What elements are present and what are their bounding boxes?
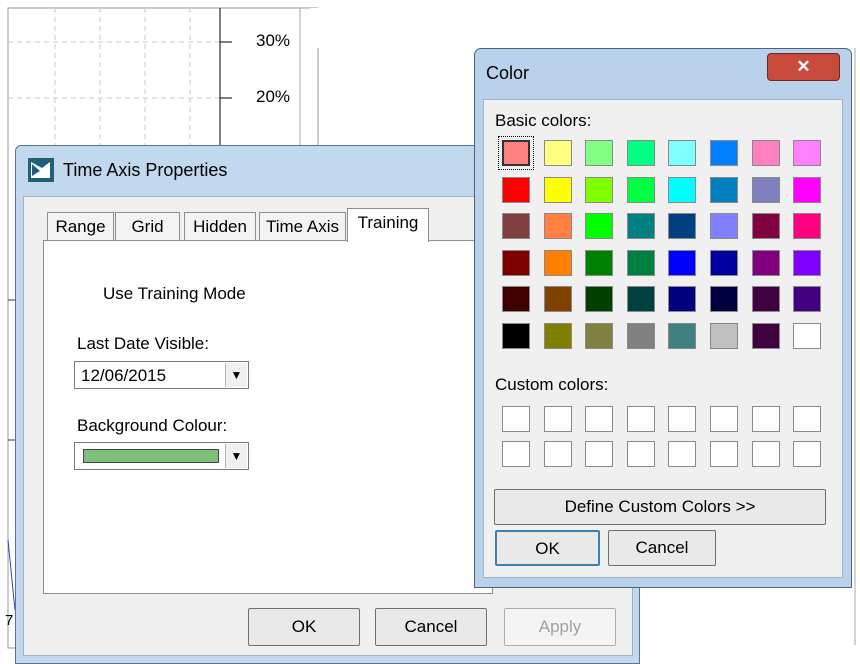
y-tick-20: 20% bbox=[256, 87, 291, 106]
basic-color-swatch[interactable] bbox=[793, 249, 822, 276]
background-colour-swatch bbox=[83, 449, 219, 463]
custom-color-swatch[interactable] bbox=[668, 406, 697, 432]
last-date-value: 12/06/2015 bbox=[81, 366, 167, 385]
basic-color-swatch[interactable] bbox=[751, 213, 780, 239]
tab-grid[interactable]: Grid bbox=[115, 212, 180, 240]
custom-color-swatch[interactable] bbox=[502, 406, 530, 432]
basic-color-swatch[interactable] bbox=[626, 176, 655, 203]
apply-button[interactable]: Apply bbox=[504, 608, 616, 646]
basic-color-swatch[interactable] bbox=[502, 249, 530, 276]
app-icon bbox=[28, 158, 54, 182]
basic-color-swatch[interactable] bbox=[585, 322, 614, 349]
close-icon[interactable]: ✕ bbox=[767, 53, 840, 81]
chevron-down-icon[interactable]: ▼ bbox=[225, 363, 247, 387]
partial-left-label: 7 bbox=[5, 612, 14, 629]
ok-button[interactable]: OK bbox=[248, 608, 360, 646]
tab-range[interactable]: Range bbox=[47, 212, 114, 240]
basic-color-swatch[interactable] bbox=[710, 176, 738, 203]
basic-color-swatch[interactable] bbox=[543, 322, 572, 349]
color-dialog-title: Color bbox=[486, 63, 530, 83]
chevron-down-icon[interactable]: ▼ bbox=[225, 444, 247, 468]
basic-colors-label: Basic colors: bbox=[495, 111, 592, 130]
basic-color-swatch[interactable] bbox=[710, 286, 738, 312]
basic-color-swatch[interactable] bbox=[751, 322, 780, 349]
custom-color-swatch[interactable] bbox=[543, 406, 572, 432]
basic-color-swatch[interactable] bbox=[751, 140, 780, 166]
tab-hidden[interactable]: Hidden bbox=[184, 212, 256, 240]
basic-color-swatch[interactable] bbox=[626, 213, 655, 239]
basic-color-swatch[interactable] bbox=[668, 176, 697, 203]
basic-color-swatch[interactable] bbox=[626, 249, 655, 276]
basic-color-swatch[interactable] bbox=[502, 176, 530, 203]
basic-color-swatch[interactable] bbox=[502, 213, 530, 239]
basic-color-swatch[interactable] bbox=[710, 249, 738, 276]
custom-color-swatch[interactable] bbox=[751, 441, 780, 467]
custom-color-swatch[interactable] bbox=[585, 406, 614, 432]
time-axis-title: Time Axis Properties bbox=[63, 160, 228, 180]
basic-color-swatch[interactable] bbox=[585, 213, 614, 239]
basic-color-swatch[interactable] bbox=[793, 140, 822, 166]
basic-color-swatch[interactable] bbox=[710, 140, 738, 166]
basic-color-swatch[interactable] bbox=[668, 249, 697, 276]
last-date-combo[interactable]: 12/06/2015 ▼ bbox=[74, 361, 249, 389]
cancel-button[interactable]: Cancel bbox=[375, 608, 487, 646]
basic-color-swatch[interactable] bbox=[585, 286, 614, 312]
basic-color-swatch[interactable] bbox=[793, 213, 822, 239]
basic-color-swatch[interactable] bbox=[793, 176, 822, 203]
custom-color-swatch[interactable] bbox=[751, 406, 780, 432]
basic-color-swatch[interactable] bbox=[543, 286, 572, 312]
basic-color-swatch[interactable] bbox=[502, 322, 530, 349]
color-cancel-button[interactable]: Cancel bbox=[608, 530, 716, 566]
basic-color-swatch[interactable] bbox=[626, 322, 655, 349]
basic-color-swatch[interactable] bbox=[585, 140, 614, 166]
basic-color-swatch[interactable] bbox=[668, 322, 697, 349]
use-training-mode-label[interactable]: Use Training Mode bbox=[103, 284, 246, 304]
y-tick-30: 30% bbox=[256, 31, 291, 50]
custom-color-swatch[interactable] bbox=[668, 441, 697, 467]
basic-color-swatch[interactable] bbox=[751, 176, 780, 203]
basic-color-swatch[interactable] bbox=[751, 286, 780, 312]
basic-color-swatch[interactable] bbox=[710, 213, 738, 239]
basic-color-swatch[interactable] bbox=[668, 286, 697, 312]
last-date-label: Last Date Visible: bbox=[77, 334, 209, 353]
tab-time-axis[interactable]: Time Axis bbox=[259, 212, 346, 240]
basic-color-swatch[interactable] bbox=[543, 140, 572, 166]
custom-color-swatch[interactable] bbox=[626, 441, 655, 467]
basic-color-swatch[interactable] bbox=[668, 213, 697, 239]
basic-color-swatch[interactable] bbox=[793, 322, 822, 349]
basic-color-swatch[interactable] bbox=[793, 286, 822, 312]
custom-color-swatch[interactable] bbox=[502, 441, 530, 467]
basic-color-swatch[interactable] bbox=[543, 249, 572, 276]
basic-color-swatch[interactable] bbox=[710, 322, 738, 349]
basic-color-swatch[interactable] bbox=[626, 140, 655, 166]
basic-color-swatch[interactable] bbox=[585, 249, 614, 276]
tab-training[interactable]: Training bbox=[347, 208, 429, 242]
basic-color-swatch[interactable] bbox=[585, 176, 614, 203]
custom-color-swatch[interactable] bbox=[793, 406, 822, 432]
basic-color-swatch[interactable] bbox=[668, 140, 697, 166]
basic-color-swatch[interactable] bbox=[498, 136, 534, 170]
background-colour-label: Background Colour: bbox=[77, 416, 228, 435]
basic-color-swatch[interactable] bbox=[626, 286, 655, 312]
custom-colors-label: Custom colors: bbox=[495, 375, 609, 394]
custom-color-swatch[interactable] bbox=[543, 441, 572, 467]
custom-color-swatch[interactable] bbox=[710, 441, 738, 467]
custom-color-swatch[interactable] bbox=[710, 406, 738, 432]
color-ok-button[interactable]: OK bbox=[495, 530, 600, 566]
basic-color-swatch[interactable] bbox=[751, 249, 780, 276]
custom-color-swatch[interactable] bbox=[793, 441, 822, 467]
basic-color-swatch[interactable] bbox=[543, 213, 572, 239]
basic-color-swatch[interactable] bbox=[502, 286, 530, 312]
custom-color-swatch[interactable] bbox=[626, 406, 655, 432]
custom-color-swatch[interactable] bbox=[585, 441, 614, 467]
define-custom-colors-button[interactable]: Define Custom Colors >> bbox=[494, 489, 826, 525]
background-colour-combo[interactable]: ▼ bbox=[74, 442, 249, 470]
basic-color-swatch[interactable] bbox=[543, 176, 572, 203]
